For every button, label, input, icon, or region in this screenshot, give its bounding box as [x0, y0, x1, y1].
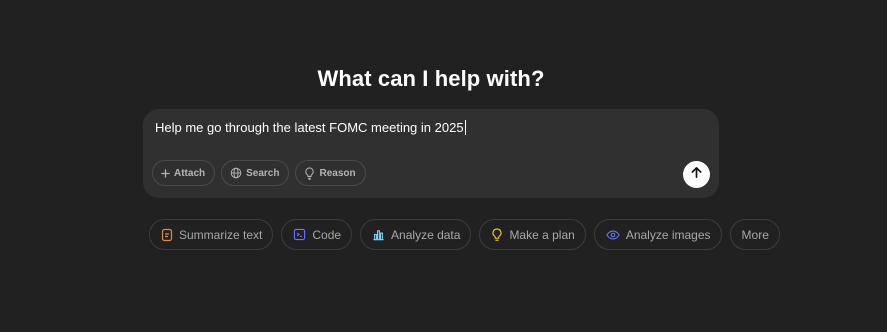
reason-button[interactable]: Reason — [295, 160, 366, 186]
more-chip[interactable]: More — [729, 219, 780, 250]
analyze-images-chip[interactable]: Analyze images — [593, 219, 722, 250]
analyze-data-chip[interactable]: Analyze data — [360, 219, 472, 250]
make-a-plan-label: Make a plan — [509, 227, 575, 242]
lightbulb-icon — [491, 227, 503, 242]
attach-button[interactable]: Attach — [152, 160, 216, 186]
code-icon — [293, 228, 306, 241]
page-title: What can I help with? — [317, 66, 545, 91]
document-icon — [161, 228, 173, 242]
analyze-data-label: Analyze data — [391, 227, 461, 242]
plus-icon — [161, 168, 170, 178]
search-button[interactable]: Search — [221, 160, 290, 186]
lightbulb-icon — [304, 166, 315, 180]
globe-icon — [230, 167, 242, 179]
prompt-input[interactable]: Help me go through the latest FOMC meeti… — [155, 120, 466, 135]
send-button[interactable] — [683, 161, 710, 188]
eye-icon — [606, 229, 620, 241]
composer[interactable]: Help me go through the latest FOMC meeti… — [143, 109, 719, 198]
arrow-up-icon — [690, 166, 703, 184]
attach-label: Attach — [174, 167, 206, 179]
text-caret — [464, 120, 466, 135]
summarize-text-label: Summarize text — [179, 227, 263, 242]
search-label: Search — [246, 167, 280, 179]
analyze-images-label: Analyze images — [625, 227, 711, 242]
page: What can I help with? Help me go through… — [0, 0, 887, 332]
suggestion-chips: Summarize text Code Analyze data Make a … — [149, 219, 780, 250]
code-chip[interactable]: Code — [281, 219, 353, 250]
more-label: More — [741, 227, 769, 242]
prompt-text: Help me go through the latest FOMC meeti… — [155, 120, 464, 135]
code-label: Code — [312, 227, 342, 242]
reason-label: Reason — [319, 167, 356, 179]
make-a-plan-chip[interactable]: Make a plan — [479, 219, 586, 250]
bar-chart-icon — [372, 228, 385, 241]
summarize-text-chip[interactable]: Summarize text — [149, 219, 274, 250]
composer-toolbar: Attach Search Reason — [152, 160, 366, 186]
